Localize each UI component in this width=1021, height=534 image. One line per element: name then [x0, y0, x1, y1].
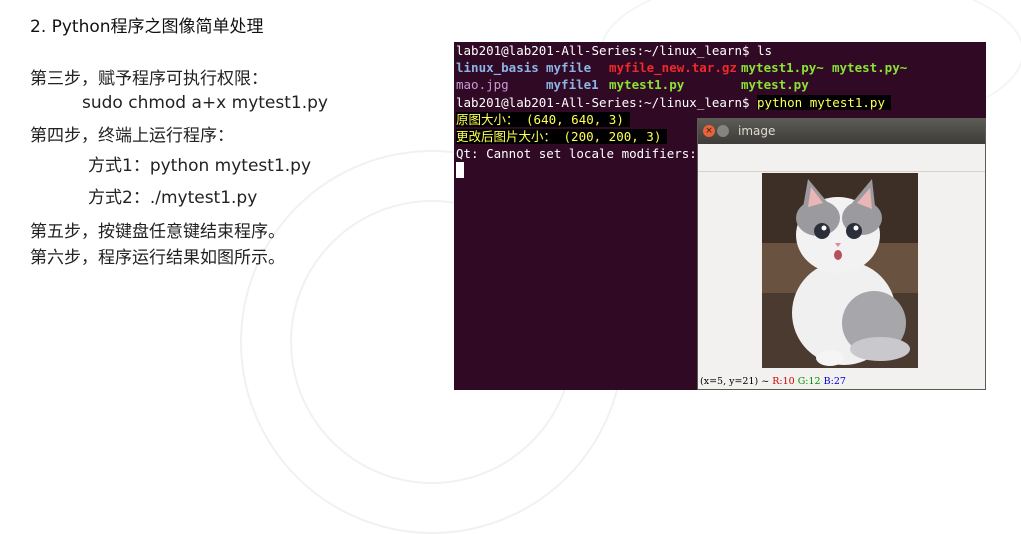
archive-entry: myfile_new.tar.gz — [609, 60, 737, 75]
cursor-coordinates: (x=5, y=21) ~ — [700, 376, 773, 387]
step-4-method-2: 方式2：./mytest1.py — [88, 188, 258, 208]
command: ls — [757, 43, 773, 58]
output-qt-warning: Qt: Cannot set locale modifiers: — [456, 146, 697, 161]
close-icon[interactable]: × — [703, 125, 715, 137]
step-3-command: sudo chmod a+x mytest1.py — [82, 93, 328, 113]
output-resized-size: 更改后图片大小： (200, 200, 3) — [456, 128, 668, 145]
dir-entry: myfile1 — [546, 77, 599, 92]
image-canvas[interactable] — [762, 173, 918, 368]
file-entry: mytest1.py~ — [741, 60, 824, 75]
file-entry: mytest.py — [741, 77, 809, 92]
image-entry: mao.jpg — [456, 77, 509, 92]
window-title: image — [738, 124, 776, 138]
output-original-size: 原图大小： (640, 640, 3) — [456, 111, 630, 128]
pixel-blue-value: B:27 — [823, 376, 846, 387]
command: python mytest1.py — [757, 95, 891, 110]
file-entry: mytest1.py — [609, 77, 685, 92]
kitten-photo-icon — [762, 173, 918, 368]
pixel-green-value: G:12 — [797, 376, 821, 387]
step-4: 第四步，终端上运行程序： — [30, 126, 234, 146]
status-bar: (x=5, y=21) ~ R:10 G:12 B:27 — [700, 376, 846, 387]
pixel-red-value: R:10 — [772, 376, 795, 387]
text-cursor — [456, 162, 464, 178]
prompt: lab201@lab201-All-Series:~/linux_learn$ — [456, 95, 758, 110]
step-3: 第三步，赋予程序可执行权限： — [30, 69, 268, 89]
window-titlebar[interactable]: × image — [698, 119, 985, 144]
output-text: 原图大小： (640, 640, 3) — [456, 112, 630, 127]
dir-entry: myfile — [546, 60, 592, 75]
prompt: lab201@lab201-All-Series:~/linux_learn$ — [456, 43, 758, 58]
step-4-method-1: 方式1：python mytest1.py — [88, 156, 312, 176]
minimize-icon[interactable] — [717, 125, 729, 137]
slide-title: 2. Python程序之图像简单处理 — [30, 17, 264, 37]
ls-output-row-1: linux_basis — [456, 59, 539, 76]
toolbar-divider — [698, 171, 985, 172]
step-6: 第六步，程序运行结果如图所示。 — [30, 248, 285, 268]
dir-entry: linux_basis — [456, 60, 539, 75]
terminal-line-1: lab201@lab201-All-Series:~/linux_learn$ … — [456, 42, 772, 59]
step-5: 第五步，按键盘任意键结束程序。 — [30, 222, 285, 242]
file-entry: mytest.py~ — [832, 60, 908, 75]
terminal-line-4: lab201@lab201-All-Series:~/linux_learn$ … — [456, 94, 891, 111]
output-text: 更改后图片大小： (200, 200, 3) — [456, 129, 668, 144]
image-window[interactable]: × image (x=5, y=21) ~ R:10 G:12 B:27 — [697, 118, 986, 390]
